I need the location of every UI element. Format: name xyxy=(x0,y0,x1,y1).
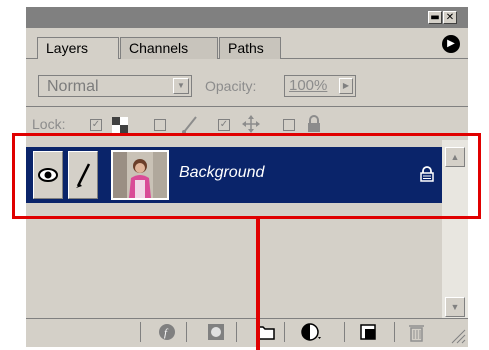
padlock-icon xyxy=(306,115,322,133)
toolbar-separator xyxy=(394,322,395,342)
tab-layers[interactable]: Layers xyxy=(37,37,119,59)
minimize-button[interactable]: ▬ xyxy=(428,11,442,24)
toolbar-separator xyxy=(140,322,141,342)
tab-channels-label: Channels xyxy=(129,40,189,56)
tab-layers-label: Layers xyxy=(46,40,89,56)
lock-pixels-checkbox[interactable] xyxy=(154,119,166,131)
opacity-value: 100% xyxy=(289,77,328,94)
tab-channels[interactable]: Channels xyxy=(120,37,218,59)
arrow-down-icon: ▼ xyxy=(450,302,460,312)
lock-position-checkbox[interactable]: ✓ xyxy=(218,119,230,131)
tab-paths-label: Paths xyxy=(228,40,264,56)
opacity-label: Opacity: xyxy=(205,78,257,94)
toolbar-separator xyxy=(344,322,345,342)
adjustment-layer-button[interactable] xyxy=(300,321,324,343)
lock-all-checkbox[interactable] xyxy=(283,119,295,131)
add-mask-button[interactable] xyxy=(205,321,229,343)
palette-menu-button[interactable]: ▶ xyxy=(442,35,460,53)
delete-layer-button[interactable] xyxy=(405,321,429,343)
tab-paths[interactable]: Paths xyxy=(219,37,281,59)
toolbar-separator xyxy=(236,322,237,342)
lock-label: Lock: xyxy=(32,116,66,132)
lock-divider xyxy=(26,106,468,107)
opacity-field[interactable]: 100% ▶ xyxy=(284,75,356,97)
annotation-highlight-box xyxy=(12,133,481,219)
close-button[interactable]: ✕ xyxy=(443,11,457,24)
trash-icon xyxy=(409,325,424,342)
scroll-down-button[interactable]: ▼ xyxy=(445,297,465,317)
arrow-right-icon[interactable]: ▶ xyxy=(339,78,353,94)
checkerboard-icon xyxy=(112,117,128,133)
new-layer-icon xyxy=(360,324,376,340)
toolbar-separator xyxy=(284,322,285,342)
layer-style-button[interactable]: f xyxy=(156,321,180,343)
chevron-down-icon: ▼ xyxy=(173,78,189,94)
move-icon xyxy=(242,115,260,133)
annotation-pointer-line xyxy=(256,219,260,350)
resize-grip-icon[interactable] xyxy=(448,326,466,344)
new-layer-button[interactable] xyxy=(357,321,381,343)
palette-title-bar[interactable] xyxy=(26,7,468,28)
brush-icon xyxy=(180,114,200,134)
layer-style-icon: f xyxy=(159,324,175,340)
adjustment-layer-icon xyxy=(301,323,321,341)
blend-mode-select[interactable]: Normal ▼ xyxy=(38,75,192,97)
layer-mask-icon xyxy=(208,324,224,340)
toolbar-separator xyxy=(186,322,187,342)
blend-mode-value: Normal xyxy=(47,78,99,95)
circle-arrow-right-icon: ▶ xyxy=(447,38,455,49)
lock-transparency-checkbox[interactable]: ✓ xyxy=(90,119,102,131)
layers-bottom-toolbar xyxy=(26,318,468,347)
